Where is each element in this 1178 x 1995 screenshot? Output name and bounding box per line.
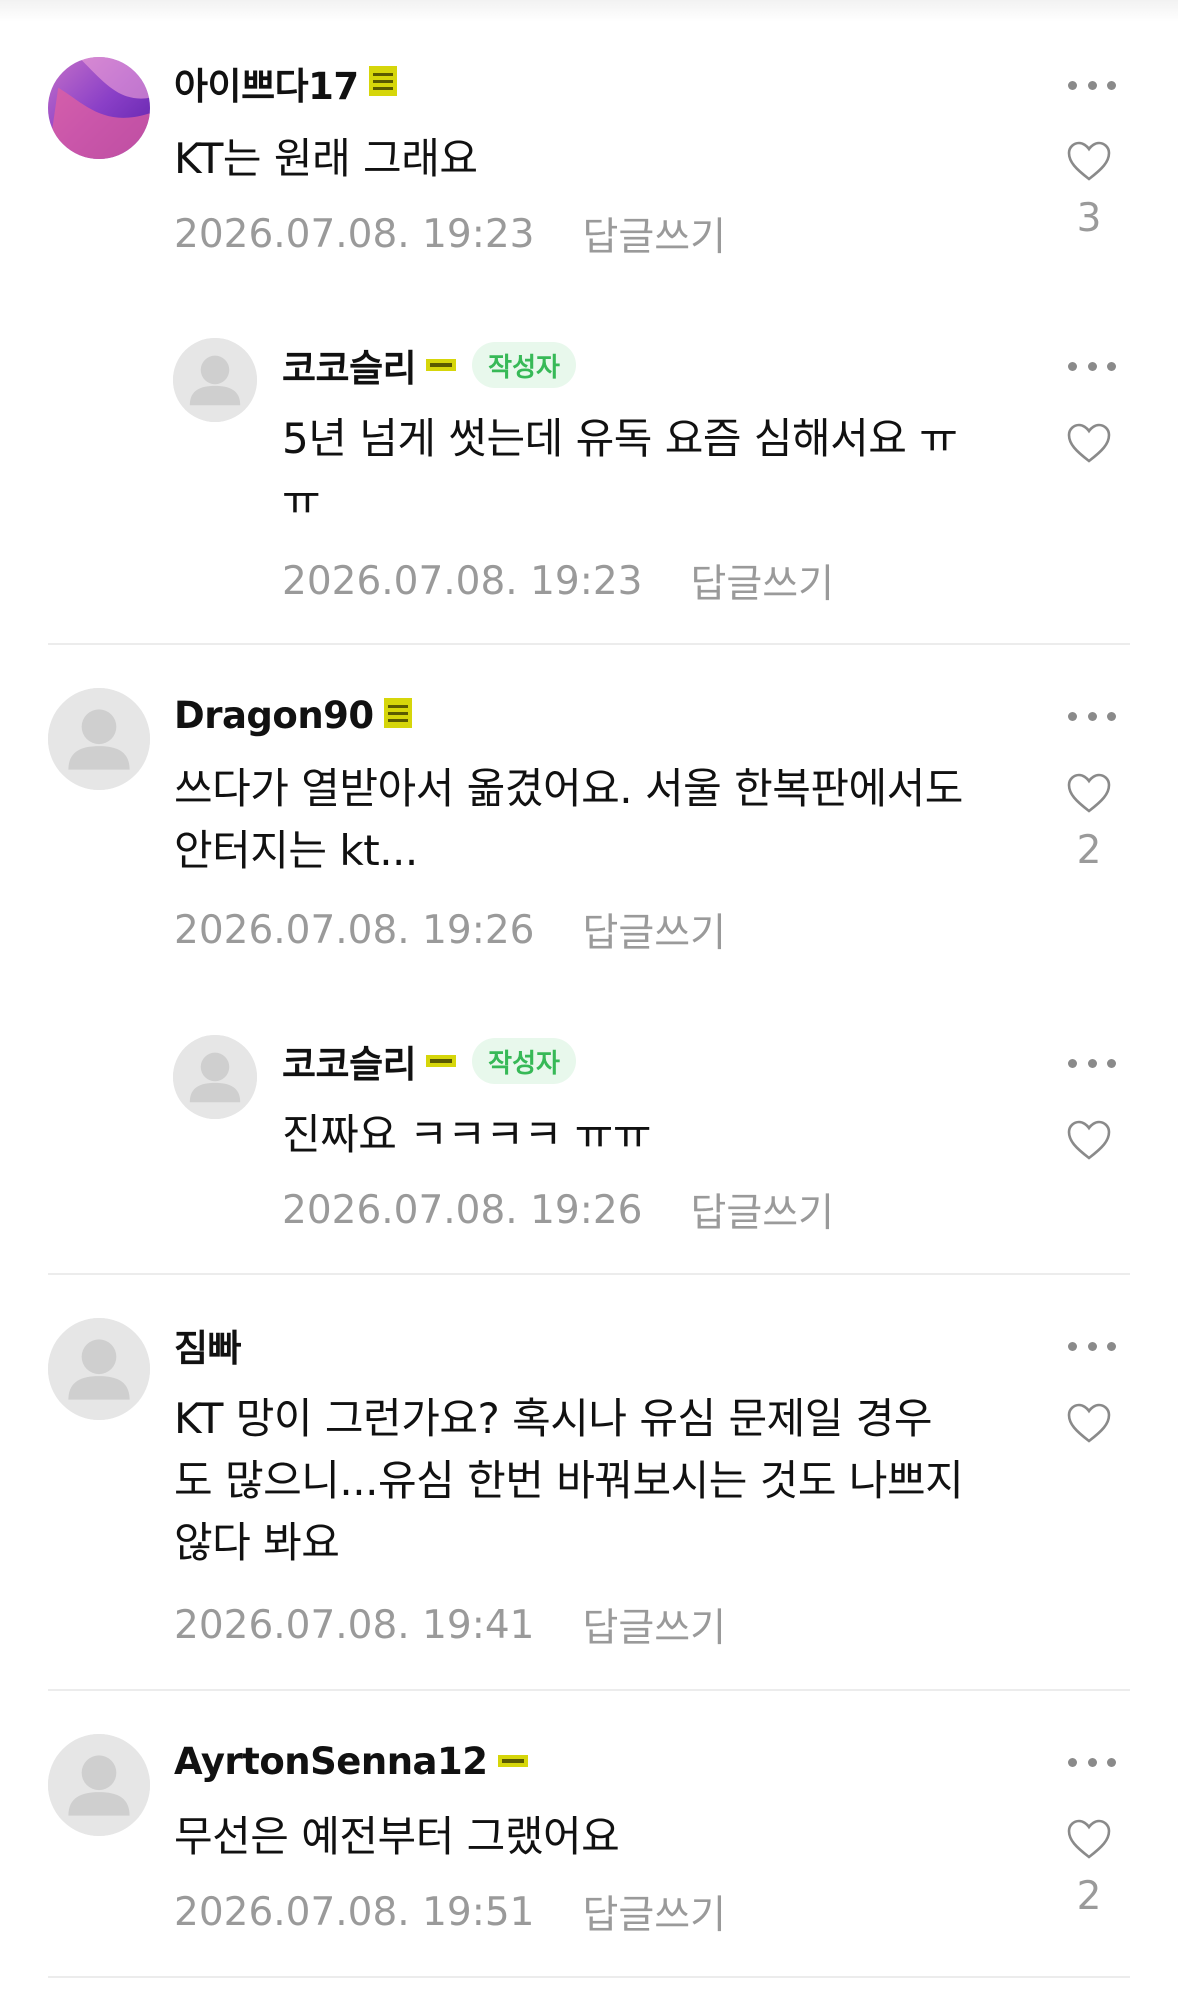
comment-text: 쓰다가 열받아서 옮겼어요. 서울 한복판에서도 안터지는 kt...	[174, 764, 963, 875]
reply-button[interactable]: 답글쓰기	[582, 206, 726, 262]
comment-date: 2026.07.08. 19:26	[174, 907, 535, 953]
heart-icon[interactable]	[1066, 140, 1112, 182]
top-fade	[0, 0, 1178, 22]
comment-divider	[48, 1976, 1130, 1978]
avatar[interactable]	[48, 57, 150, 159]
comment-divider	[48, 1273, 1130, 1275]
level-stack-icon	[383, 698, 412, 732]
level-bar-icon	[426, 1052, 457, 1071]
like-count: 3	[1076, 196, 1102, 241]
reply-button[interactable]: 답글쓰기	[690, 1182, 834, 1238]
comment-text: KT는 원래 그래요	[174, 134, 478, 183]
more-options-icon[interactable]	[1068, 1053, 1116, 1073]
comment-text: KT 망이 그런가요? 혹시나 유심 문제일 경우 도 많으니...유심 한번 …	[174, 1394, 964, 1567]
avatar[interactable]	[173, 338, 257, 422]
level-bar-icon	[426, 356, 457, 375]
heart-icon[interactable]	[1066, 772, 1112, 814]
default-avatar-icon	[48, 1734, 150, 1836]
more-options-icon[interactable]	[1068, 1752, 1116, 1772]
author-badge: 작성자	[472, 1038, 576, 1084]
reply-button[interactable]: 답글쓰기	[582, 1884, 726, 1940]
reply-button[interactable]: 답글쓰기	[582, 902, 726, 958]
avatar[interactable]	[48, 688, 150, 790]
like-count: 2	[1076, 1874, 1102, 1919]
author-badge: 작성자	[472, 342, 576, 388]
default-avatar-icon	[48, 1318, 150, 1420]
heart-icon[interactable]	[1066, 1402, 1112, 1444]
heart-icon[interactable]	[1066, 1119, 1112, 1161]
author-name[interactable]: 코코슬리	[282, 1034, 417, 1088]
avatar[interactable]	[173, 1035, 257, 1119]
comment-divider	[48, 1689, 1130, 1691]
avatar[interactable]	[48, 1734, 150, 1836]
avatar[interactable]	[48, 1318, 150, 1420]
comment-text: 무선은 예전부터 그랬어요	[174, 1812, 620, 1861]
gradient-avatar-icon	[48, 57, 150, 159]
like-count: 2	[1076, 828, 1102, 873]
more-options-icon[interactable]	[1068, 75, 1116, 95]
default-avatar-icon	[48, 688, 150, 790]
comment-date: 2026.07.08. 19:26	[282, 1187, 643, 1233]
level-stack-icon	[368, 66, 397, 100]
comment-text: 5년 넘게 썻는데 유독 요즘 심해서요 ㅠ ㅠ	[282, 414, 958, 525]
default-avatar-icon	[173, 338, 257, 422]
more-options-icon[interactable]	[1068, 1336, 1116, 1356]
comment-date: 2026.07.08. 19:23	[174, 211, 535, 257]
author-name[interactable]: 아이쁘다17	[174, 56, 359, 110]
author-name[interactable]: Dragon90	[174, 694, 374, 737]
reply-button[interactable]: 답글쓰기	[582, 1597, 726, 1653]
comment-divider	[48, 643, 1130, 645]
heart-icon[interactable]	[1066, 422, 1112, 464]
heart-icon[interactable]	[1066, 1818, 1112, 1860]
author-name[interactable]: 짐빠	[174, 1318, 242, 1372]
author-name[interactable]: AyrtonSenna12	[174, 1740, 488, 1783]
more-options-icon[interactable]	[1068, 356, 1116, 376]
default-avatar-icon	[173, 1035, 257, 1119]
comment-date: 2026.07.08. 19:41	[174, 1602, 535, 1648]
comment-date: 2026.07.08. 19:51	[174, 1889, 535, 1935]
more-options-icon[interactable]	[1068, 706, 1116, 726]
level-bar-icon	[497, 1752, 528, 1771]
reply-button[interactable]: 답글쓰기	[690, 553, 834, 609]
comment-text: 진짜요 ㅋㅋㅋㅋ ㅠㅠ	[282, 1110, 651, 1159]
comment-date: 2026.07.08. 19:23	[282, 558, 643, 604]
author-name[interactable]: 코코슬리	[282, 338, 417, 392]
